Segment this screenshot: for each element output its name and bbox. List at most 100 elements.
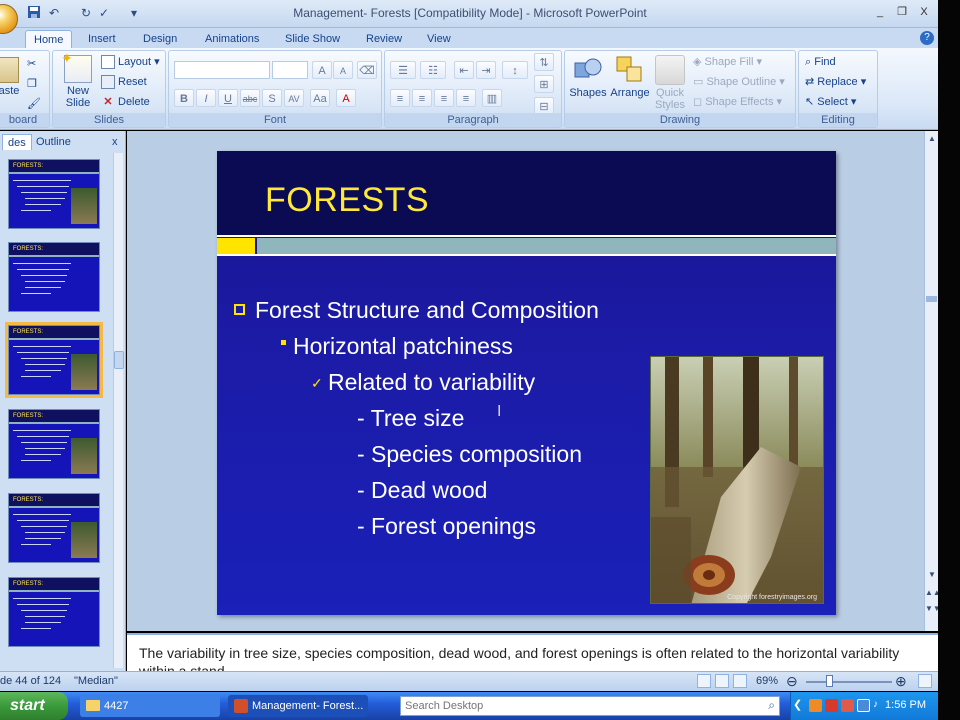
- zoom-slider-knob[interactable]: [826, 675, 833, 687]
- zoom-out-icon[interactable]: ⊖: [786, 673, 798, 690]
- numbering-icon[interactable]: ☷: [420, 61, 446, 79]
- slide-canvas[interactable]: FORESTS Forest Structure and Composition…: [217, 151, 836, 615]
- increase-indent-icon[interactable]: ⇥: [476, 61, 496, 79]
- underline-button[interactable]: U: [218, 89, 238, 107]
- slide-thumbnail[interactable]: FORESTS:: [8, 242, 100, 312]
- align-center-icon[interactable]: ≡: [412, 89, 432, 107]
- zoom-level[interactable]: 69%: [756, 675, 778, 687]
- notes-pane[interactable]: The variability in tree size, species co…: [127, 633, 938, 671]
- font-name-field[interactable]: [174, 61, 270, 79]
- tab-slide-show[interactable]: Slide Show: [285, 30, 340, 48]
- bullet-dead-wood[interactable]: - Dead wood: [357, 477, 487, 504]
- tab-animations[interactable]: Animations: [205, 30, 259, 48]
- italic-button[interactable]: I: [196, 89, 216, 107]
- scroll-thumb[interactable]: [926, 296, 937, 302]
- change-case-button[interactable]: Aa: [310, 89, 330, 107]
- previous-slide-icon[interactable]: ▲▲: [925, 587, 941, 599]
- new-slide-button[interactable]: ✦ New Slide: [59, 51, 97, 109]
- grow-font-button[interactable]: A: [312, 61, 332, 79]
- line-spacing-icon[interactable]: ↕: [502, 61, 528, 79]
- cut-icon[interactable]: ✂: [27, 55, 36, 73]
- tray-security-icon[interactable]: [825, 699, 838, 712]
- tray-antivirus-icon[interactable]: [841, 699, 854, 712]
- shape-outline-button[interactable]: ▭ Shape Outline ▾: [693, 73, 785, 91]
- bullet-level3[interactable]: Related to variability: [328, 369, 535, 396]
- slide-thumbnail[interactable]: FORESTS:: [8, 577, 100, 647]
- thumbnail-scroll-thumb[interactable]: [114, 351, 124, 369]
- tray-expand-icon[interactable]: ❮: [793, 698, 802, 711]
- tab-view[interactable]: View: [427, 30, 451, 48]
- taskbar-clock[interactable]: 1:56 PM: [885, 699, 926, 711]
- slide-title[interactable]: FORESTS: [265, 181, 429, 220]
- tab-outline[interactable]: Outline: [36, 134, 71, 150]
- tray-network-icon[interactable]: [857, 699, 870, 712]
- search-icon[interactable]: ⌕: [768, 698, 775, 713]
- bullet-forest-openings[interactable]: - Forest openings: [357, 513, 536, 540]
- normal-view-icon[interactable]: [697, 674, 711, 688]
- tab-review[interactable]: Review: [366, 30, 402, 48]
- reset-button[interactable]: Reset: [101, 73, 147, 91]
- delete-button[interactable]: ✕ Delete: [101, 93, 149, 111]
- text-direction-icon[interactable]: ⇅: [534, 53, 554, 71]
- tray-app-icon[interactable]: [809, 699, 822, 712]
- quick-styles-button[interactable]: Quick Styles: [651, 55, 689, 111]
- font-color-icon[interactable]: A: [336, 89, 356, 107]
- format-painter-icon[interactable]: 🖌: [27, 95, 41, 113]
- restore-button[interactable]: ❐: [892, 4, 912, 20]
- tab-insert[interactable]: Insert: [88, 30, 116, 48]
- slide-thumbnail[interactable]: FORESTS:: [8, 409, 100, 479]
- next-slide-icon[interactable]: ▼▼: [925, 603, 941, 615]
- zoom-slider[interactable]: [806, 681, 892, 683]
- shrink-font-button[interactable]: A: [333, 61, 353, 79]
- tab-home[interactable]: Home: [25, 30, 73, 48]
- strikethrough-button[interactable]: abc: [240, 89, 260, 107]
- layout-button[interactable]: Layout ▾: [101, 53, 160, 71]
- taskbar-powerpoint[interactable]: Management- Forest...: [228, 695, 368, 717]
- zoom-in-icon[interactable]: ⊕: [895, 673, 907, 690]
- align-left-icon[interactable]: ≡: [390, 89, 410, 107]
- slide-thumbnail[interactable]: FORESTS:: [5, 322, 103, 398]
- select-button[interactable]: ↖ Select ▾: [805, 93, 856, 111]
- paste-button[interactable]: aste: [0, 57, 21, 97]
- justify-icon[interactable]: ≡: [456, 89, 476, 107]
- bullet-tree-size[interactable]: - Tree size: [357, 405, 464, 432]
- tab-design[interactable]: Design: [143, 30, 177, 48]
- shape-effects-button[interactable]: ◻ Shape Effects ▾: [693, 93, 782, 111]
- help-icon[interactable]: ?: [920, 31, 934, 45]
- slide-thumbnail[interactable]: FORESTS:: [8, 159, 100, 229]
- desktop-search[interactable]: ⌕: [400, 696, 780, 716]
- font-size-field[interactable]: [272, 61, 308, 79]
- find-button[interactable]: ⌕ Find: [805, 53, 836, 71]
- replace-button[interactable]: ⇄ Replace ▾: [805, 73, 866, 91]
- bullet-species-composition[interactable]: - Species composition: [357, 441, 582, 468]
- shapes-button[interactable]: Shapes: [569, 55, 607, 99]
- bullet-level2[interactable]: Horizontal patchiness: [293, 333, 513, 360]
- align-text-icon[interactable]: ⊞: [534, 75, 554, 93]
- slide-show-view-icon[interactable]: [733, 674, 747, 688]
- copy-icon[interactable]: ❐: [27, 75, 37, 93]
- minimize-button[interactable]: _: [870, 4, 890, 20]
- scroll-up-arrow[interactable]: ▲: [925, 133, 939, 145]
- slide-vertical-scrollbar[interactable]: ▲ ▼ ▲▲ ▼▼: [924, 131, 941, 631]
- tab-slides[interactable]: des: [2, 134, 32, 150]
- clear-formatting-icon[interactable]: ⌫: [357, 61, 377, 79]
- notes-text[interactable]: The variability in tree size, species co…: [139, 644, 919, 671]
- desktop-search-input[interactable]: [401, 697, 751, 715]
- close-button[interactable]: X: [914, 4, 934, 20]
- arrange-button[interactable]: Arrange: [609, 55, 651, 99]
- shape-fill-button[interactable]: ◈ Shape Fill ▾: [693, 53, 762, 71]
- thumbnail-scrollbar[interactable]: [113, 153, 124, 668]
- text-shadow-button[interactable]: S: [262, 89, 282, 107]
- columns-icon[interactable]: ▥: [482, 89, 502, 107]
- forest-dead-wood-photo[interactable]: Copyright forestryimages.org: [650, 356, 824, 604]
- scroll-down-arrow[interactable]: ▼: [925, 569, 939, 581]
- bullet-level1[interactable]: Forest Structure and Composition: [255, 297, 599, 324]
- bold-button[interactable]: B: [174, 89, 194, 107]
- slide-thumbnail[interactable]: FORESTS:: [8, 493, 100, 563]
- panel-close-button[interactable]: x: [112, 134, 118, 150]
- decrease-indent-icon[interactable]: ⇤: [454, 61, 474, 79]
- taskbar-folder-4427[interactable]: 4427: [80, 695, 220, 717]
- bullets-icon[interactable]: ☰: [390, 61, 416, 79]
- start-button[interactable]: start: [0, 692, 68, 720]
- character-spacing-button[interactable]: AV: [284, 89, 304, 107]
